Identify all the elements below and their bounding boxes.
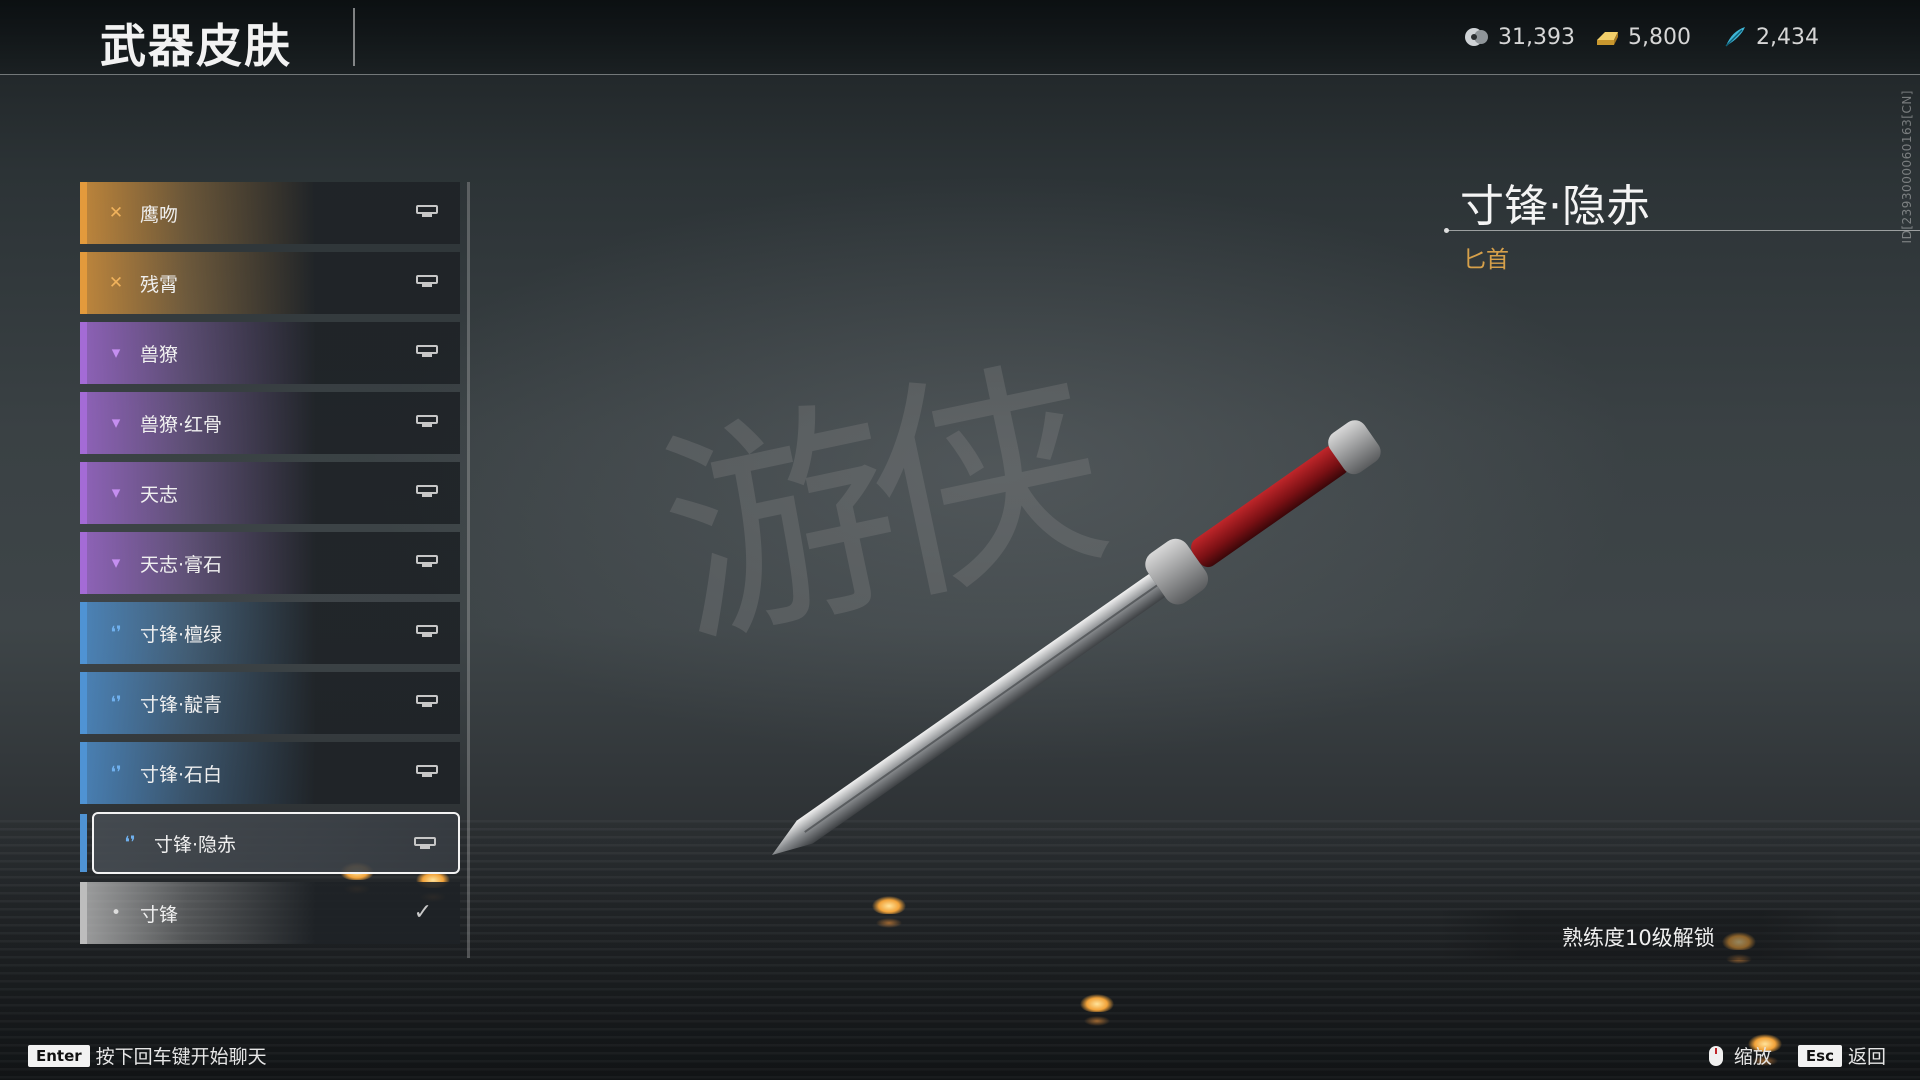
preview-icon[interactable] bbox=[416, 624, 438, 638]
page-title: 武器皮肤 bbox=[100, 19, 292, 73]
floating-lantern bbox=[1080, 994, 1114, 1026]
currency-jade: 31,393 bbox=[1464, 24, 1575, 50]
skin-name: 寸锋·隐赤 bbox=[1460, 181, 1650, 232]
rarity-icon: ❛❜ bbox=[110, 693, 122, 713]
build-id: ID[2393000060163[CN] bbox=[1900, 90, 1914, 244]
dagger-preview bbox=[772, 420, 1381, 855]
chat-hint-text: 按下回车键开始聊天 bbox=[95, 1046, 267, 1068]
rarity-icon: ❛❜ bbox=[110, 763, 122, 783]
preview-icon[interactable] bbox=[416, 764, 438, 778]
rarity-bar bbox=[80, 672, 87, 734]
currency-gold: 5,800 bbox=[1594, 24, 1691, 50]
skin-item-label: 兽獠 bbox=[140, 343, 179, 366]
preview-icon[interactable] bbox=[416, 414, 438, 428]
preview-icon[interactable] bbox=[416, 554, 438, 568]
rarity-bar bbox=[80, 532, 87, 594]
floating-lantern bbox=[872, 896, 906, 928]
skin-item-label: 寸锋·檀绿 bbox=[140, 623, 223, 646]
rarity-bar bbox=[80, 602, 87, 664]
skin-item-label: 残霄 bbox=[140, 273, 179, 296]
rarity-icon: ❛❜ bbox=[110, 623, 122, 643]
preview-icon[interactable] bbox=[416, 694, 438, 708]
rarity-bar bbox=[80, 252, 87, 314]
preview-icon[interactable] bbox=[414, 836, 436, 850]
detail-divider bbox=[1446, 230, 1920, 231]
rarity-bar bbox=[80, 182, 87, 244]
rarity-bar bbox=[80, 814, 87, 872]
skin-item[interactable]: ✕ 残霄 bbox=[80, 252, 460, 314]
unlock-condition: 熟练度10级解锁 bbox=[1562, 926, 1715, 950]
rarity-bar bbox=[80, 882, 87, 944]
owned-check-icon: ✓ bbox=[413, 900, 432, 925]
skin-item[interactable]: ❛❜ 寸锋·靛青 bbox=[80, 672, 460, 734]
esc-key[interactable]: Esc bbox=[1797, 1044, 1842, 1067]
rarity-bar bbox=[80, 322, 87, 384]
gold-ingot-icon bbox=[1597, 32, 1618, 45]
enter-key[interactable]: Enter bbox=[28, 1044, 90, 1067]
rarity-icon: ▾ bbox=[111, 413, 121, 433]
skin-list: ✕ 鹰吻 ✕ 残霄 ▾ 兽獠 ▾ 兽獠·红骨 ▾ 天志 ▾ 天志·膏石 ❛❜ 寸锋·檀绿 ❛❜ 寸锋·靛青 ❛❜… bbox=[80, 182, 460, 952]
rarity-icon: ▾ bbox=[111, 483, 121, 503]
skin-item[interactable]: ▾ 兽獠·红骨 bbox=[80, 392, 460, 454]
skin-item-label: 寸锋·靛青 bbox=[140, 693, 223, 716]
rarity-icon: ▾ bbox=[111, 343, 121, 363]
blue-feather-icon bbox=[1725, 27, 1745, 47]
skin-item-label: 天志 bbox=[140, 483, 179, 506]
preview-icon[interactable] bbox=[416, 204, 438, 218]
rarity-icon: • bbox=[110, 903, 122, 923]
back-label[interactable]: 返回 bbox=[1848, 1042, 1886, 1069]
jade-coin-icon bbox=[1465, 28, 1488, 46]
title-divider bbox=[353, 8, 355, 66]
currency-jade-value: 31,393 bbox=[1498, 24, 1575, 50]
skin-item[interactable]: ▾ 天志·膏石 bbox=[80, 532, 460, 594]
rarity-bar bbox=[80, 462, 87, 524]
currency-gold-value: 5,800 bbox=[1628, 24, 1691, 50]
zoom-label[interactable]: 缩放 bbox=[1734, 1042, 1772, 1069]
skin-item[interactable]: ▾ 天志 bbox=[80, 462, 460, 524]
skin-item[interactable]: ❛❜ 寸锋·檀绿 bbox=[80, 602, 460, 664]
weapon-type: 匕首 bbox=[1463, 247, 1509, 273]
skin-item[interactable]: ❛❜ 寸锋·石白 bbox=[80, 742, 460, 804]
skin-item-label: 兽獠·红骨 bbox=[140, 413, 223, 436]
preview-icon[interactable] bbox=[416, 344, 438, 358]
skin-item-label: 寸锋·隐赤 bbox=[154, 833, 237, 856]
mouse-icon bbox=[1708, 1045, 1723, 1066]
currency-feather-value: 2,434 bbox=[1756, 24, 1819, 50]
rarity-icon: ❛❜ bbox=[124, 833, 136, 853]
rarity-icon: ✕ bbox=[108, 203, 124, 223]
top-bar: 武器皮肤 31,393 5,800 2,434 bbox=[0, 0, 1920, 75]
preview-icon[interactable] bbox=[416, 484, 438, 498]
preview-icon[interactable] bbox=[416, 274, 438, 288]
skin-item[interactable]: ▾ 兽獠 bbox=[80, 322, 460, 384]
rarity-bar bbox=[80, 742, 87, 804]
rarity-icon: ▾ bbox=[111, 553, 121, 573]
rarity-bar bbox=[80, 392, 87, 454]
skin-item-label: 鹰吻 bbox=[140, 203, 179, 226]
skin-item-label: 寸锋 bbox=[140, 903, 179, 926]
skin-item-label: 天志·膏石 bbox=[140, 553, 223, 576]
footer-controls: 缩放 Esc 返回 bbox=[1706, 1042, 1886, 1069]
skin-item[interactable]: ❛❜ 寸锋·隐赤 bbox=[80, 812, 460, 874]
skin-item-label: 寸锋·石白 bbox=[140, 763, 223, 786]
currency-feather: 2,434 bbox=[1722, 24, 1819, 50]
rarity-icon: ✕ bbox=[108, 273, 124, 293]
skin-item[interactable]: ✕ 鹰吻 bbox=[80, 182, 460, 244]
chat-hint[interactable]: Enter 按下回车键开始聊天 bbox=[28, 1042, 267, 1069]
skin-item[interactable]: • 寸锋 ✓ bbox=[80, 882, 460, 944]
skin-list-scrollbar[interactable] bbox=[467, 182, 470, 958]
